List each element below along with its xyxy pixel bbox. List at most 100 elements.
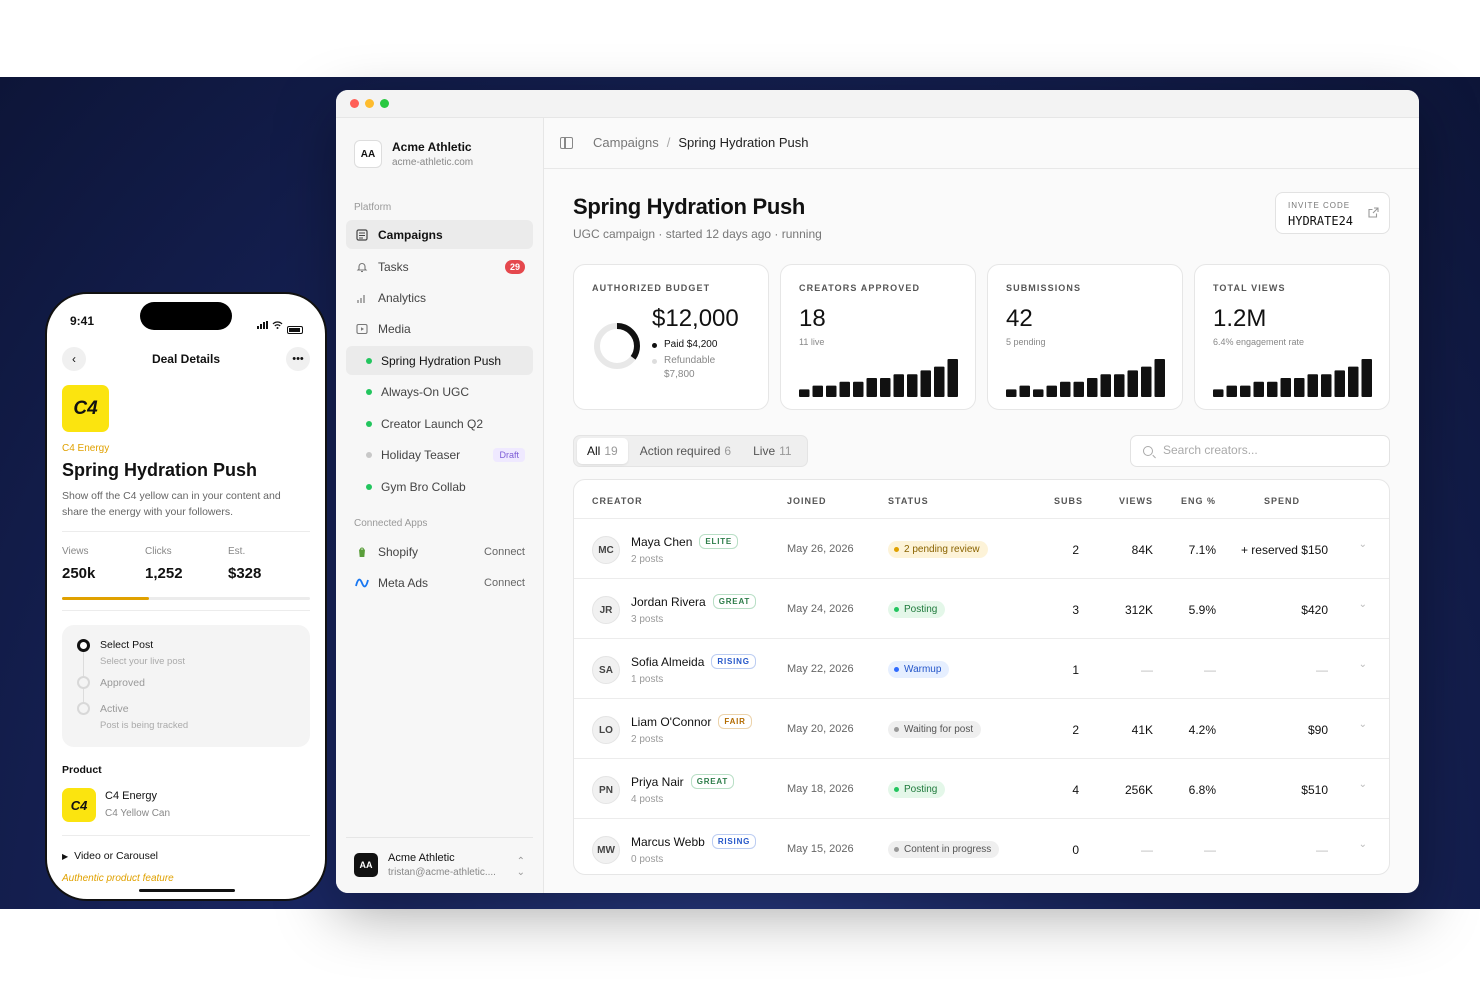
account-switcher[interactable]: AA Acme Athletic tristan@acme-athletic..…: [346, 837, 533, 881]
caret-right-icon: ▶: [62, 852, 69, 861]
subs-value: 4: [1072, 783, 1079, 797]
progress-fill: [62, 597, 149, 600]
creator-name[interactable]: Priya Nair: [631, 775, 684, 789]
divider: [62, 531, 310, 532]
home-indicator: [139, 889, 235, 892]
sidebar-campaign-spring-hydration-push[interactable]: Spring Hydration Push: [346, 346, 533, 375]
sidebar-campaign-always-on-ugc[interactable]: Always-On UGC: [346, 377, 533, 406]
views-value: 84K: [1131, 543, 1153, 557]
table-row[interactable]: MC Maya Chen ELITE 2 posts May 26, 2026 2 pen…: [574, 518, 1389, 578]
creators-approved-card: CREATORS APPROVED 18 11 live: [780, 264, 976, 410]
table-row[interactable]: JR Jordan Rivera GREAT 3 posts May 24, 2026 P…: [574, 578, 1389, 638]
creator-posts: 0 posts: [631, 854, 664, 865]
spark-bar: [893, 374, 904, 397]
shopify-connect-button[interactable]: Connect: [484, 546, 525, 558]
creator-name[interactable]: Maya Chen: [631, 535, 692, 549]
creator-avatar: MW: [592, 836, 620, 864]
search-creators-input[interactable]: [1163, 443, 1373, 457]
spark-bar: [839, 381, 850, 397]
col-creator[interactable]: CREATOR: [592, 496, 643, 506]
page-subtitle: UGC campaign · started 12 days ago · run…: [573, 227, 822, 241]
spark-bar: [853, 381, 864, 397]
more-options-button[interactable]: •••: [286, 347, 310, 371]
stat-label: SUBMISSIONS: [1006, 283, 1082, 293]
col-spend[interactable]: SPEND: [1264, 496, 1300, 506]
minimize-window-button[interactable]: [365, 99, 374, 108]
table-row[interactable]: LO Liam O'Connor FAIR 2 posts May 20, 2026 Wa…: [574, 698, 1389, 758]
search-icon: [1143, 446, 1153, 456]
chevron-down-icon[interactable]: ⌄: [1359, 719, 1367, 730]
step-active-sub: Post is being tracked: [100, 720, 189, 731]
chevron-down-icon[interactable]: ⌄: [1359, 599, 1367, 610]
sidebar-campaign-holiday-teaser[interactable]: Holiday Teaser Draft: [346, 440, 533, 469]
tier-badge: RISING: [711, 834, 757, 849]
sidebar-campaign-creator-launch-q2[interactable]: Creator Launch Q2: [346, 409, 533, 438]
creator-posts: 4 posts: [631, 794, 664, 805]
meta-ads-connect-button[interactable]: Connect: [484, 577, 525, 589]
creator-name[interactable]: Liam O'Connor: [631, 715, 711, 729]
submissions-sparkbars: [1006, 359, 1165, 397]
col-views[interactable]: VIEWS: [1119, 496, 1153, 506]
external-link-icon[interactable]: [1368, 207, 1379, 221]
creator-avatar: SA: [592, 656, 620, 684]
spark-bar: [907, 374, 918, 397]
status-text: Waiting for post: [904, 724, 974, 735]
sidebar-item-campaigns[interactable]: Campaigns: [346, 220, 533, 249]
org-switcher[interactable]: AA Acme Athletic acme-athletic.com: [354, 140, 473, 168]
stat-clicks-label: Clicks: [145, 546, 172, 557]
eng-value: 5.9%: [1188, 603, 1216, 617]
col-status[interactable]: STATUS: [888, 496, 929, 506]
step-connector: [83, 652, 84, 677]
sidebar-item-analytics[interactable]: Analytics: [346, 283, 533, 312]
breadcrumb-campaigns-link[interactable]: Campaigns: [593, 135, 659, 150]
creator-name[interactable]: Jordan Rivera: [631, 595, 706, 609]
chevron-down-icon[interactable]: ⌄: [1359, 539, 1367, 550]
chevron-down-icon[interactable]: ⌄: [1359, 659, 1367, 670]
stat-label: CREATORS APPROVED: [799, 283, 921, 293]
table-row[interactable]: SA Sofia Almeida RISING 1 posts May 22, 2026…: [574, 638, 1389, 698]
status-dot: [894, 547, 899, 552]
views-value: 312K: [1124, 603, 1153, 617]
tab-live[interactable]: Live 11: [743, 438, 801, 464]
table-row[interactable]: MW Marcus Webb RISING 0 posts May 15, 2026 Co…: [574, 818, 1389, 874]
video-or-carousel-toggle[interactable]: ▶ Video or Carousel: [62, 850, 158, 862]
dynamic-island: [140, 302, 232, 330]
spark-bar: [1321, 374, 1332, 397]
stat-est-label: Est.: [228, 546, 246, 557]
live-status-dot: [366, 357, 372, 364]
step-select-post-title[interactable]: Select Post: [100, 639, 153, 651]
search-box: [1130, 435, 1390, 467]
views-value: —: [1141, 843, 1153, 857]
maximize-window-button[interactable]: [380, 99, 389, 108]
close-window-button[interactable]: [350, 99, 359, 108]
chevron-down-icon[interactable]: ⌄: [1359, 779, 1367, 790]
sidebar-campaign-gym-bro-collab[interactable]: Gym Bro Collab: [346, 472, 533, 501]
spark-bar: [1006, 389, 1017, 397]
col-subs[interactable]: SUBS: [1054, 496, 1083, 506]
col-joined[interactable]: JOINED: [787, 496, 827, 506]
stat-sub: 6.4% engagement rate: [1213, 337, 1305, 347]
spark-bar: [1046, 385, 1057, 397]
spark-bar: [1334, 370, 1345, 397]
status-badge: 2 pending review: [888, 541, 988, 558]
org-name: Acme Athletic: [392, 140, 472, 154]
sidebar-item-media[interactable]: Media: [346, 314, 533, 343]
spark-bar: [812, 385, 823, 397]
col-eng[interactable]: ENG %: [1181, 496, 1216, 506]
page-title: Spring Hydration Push: [573, 194, 806, 219]
breadcrumb-current: Spring Hydration Push: [678, 135, 809, 150]
invite-code-box[interactable]: INVITE CODE HYDRATE24: [1275, 192, 1390, 234]
creator-name[interactable]: Marcus Webb: [631, 835, 705, 849]
status-dot: [894, 787, 899, 792]
status-dot: [894, 607, 899, 612]
sidebar-toggle-icon[interactable]: [560, 136, 573, 149]
main-content: Campaigns / Spring Hydration Push Spring…: [544, 118, 1419, 893]
org-domain: acme-athletic.com: [392, 157, 474, 168]
tab-action-required[interactable]: Action required 6: [630, 438, 741, 464]
chevron-down-icon[interactable]: ⌄: [1359, 839, 1367, 850]
tab-all[interactable]: All 19: [577, 438, 628, 464]
table-row[interactable]: PN Priya Nair GREAT 4 posts May 18, 2026 Post…: [574, 758, 1389, 818]
deal-progress-bar: [62, 597, 310, 600]
creator-name[interactable]: Sofia Almeida: [631, 655, 704, 669]
sidebar-item-tasks[interactable]: Tasks 29: [346, 252, 533, 281]
